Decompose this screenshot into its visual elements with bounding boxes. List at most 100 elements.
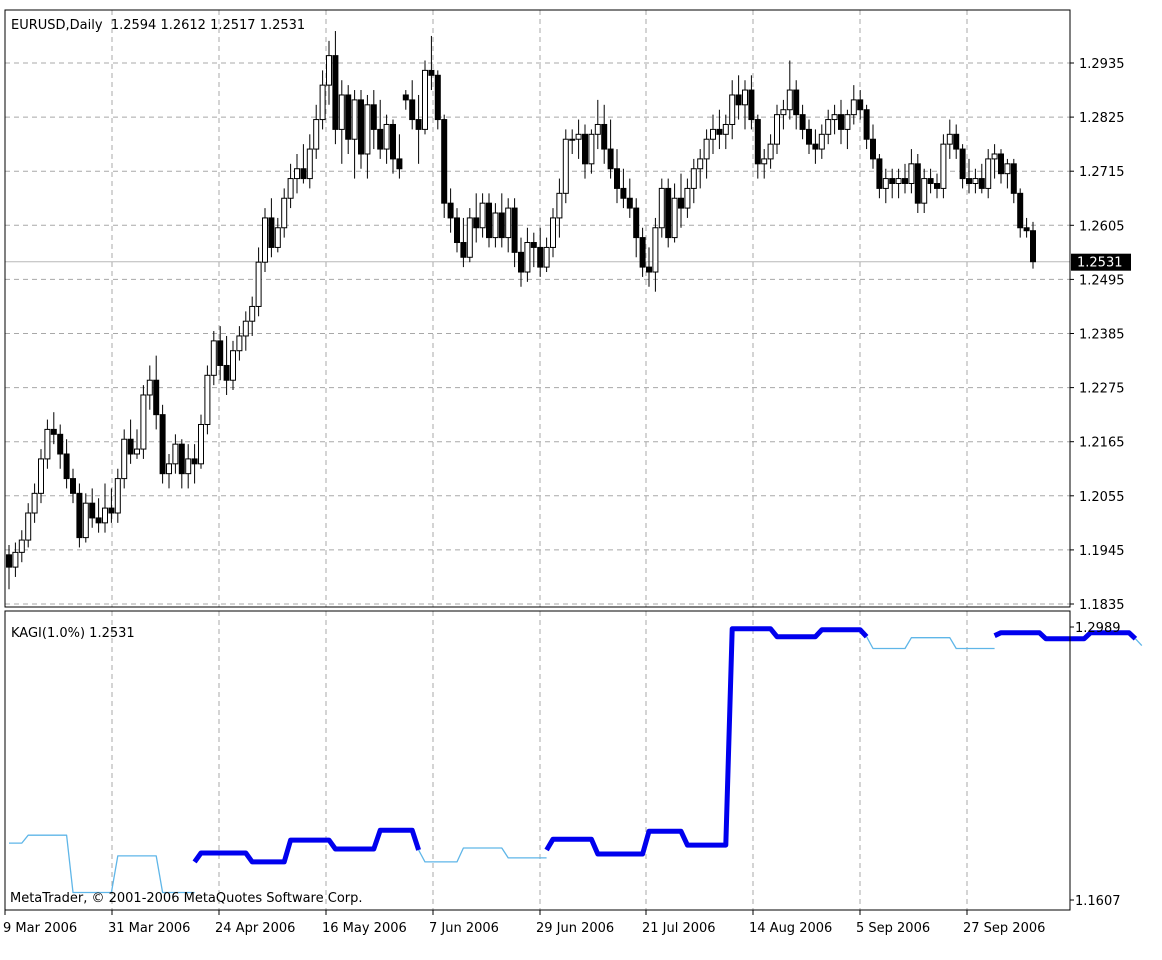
candle-body <box>761 158 768 165</box>
candle-body <box>729 94 736 125</box>
candle-body <box>38 458 44 494</box>
candle-body <box>89 502 96 519</box>
candle-body <box>172 443 179 465</box>
candle-body <box>121 438 128 480</box>
candle-body <box>473 217 480 229</box>
candle-body <box>588 133 595 165</box>
candle-body <box>146 379 153 396</box>
candle-body <box>626 197 633 209</box>
candle-body <box>217 340 224 366</box>
candle-body <box>582 133 588 165</box>
candle-body <box>159 414 166 475</box>
candle-body <box>127 438 134 455</box>
candle-body <box>658 187 665 229</box>
price-tick-label: 1.2715 <box>1079 165 1125 180</box>
candle-body <box>774 114 780 145</box>
candle-body <box>114 478 121 514</box>
time-tick-label: 27 Sep 2006 <box>963 921 1045 936</box>
candle-body <box>166 463 172 475</box>
price-tick-label: 1.1945 <box>1079 544 1125 559</box>
candle-body <box>742 89 748 106</box>
price-tick-label: 1.2055 <box>1079 490 1125 505</box>
candle-body <box>76 492 83 539</box>
time-tick-label: 7 Jun 2006 <box>429 921 499 936</box>
time-tick-label: 24 Apr 2006 <box>215 921 295 936</box>
candle-body <box>409 99 416 121</box>
time-tick-label: 31 Mar 2006 <box>108 921 190 936</box>
chart-canvas: 1.2935 1.2825 1.2715 1.2605 1.2495 1.2385 1.22… <box>0 0 1162 960</box>
candle-body <box>383 123 390 150</box>
candle-body <box>351 99 358 140</box>
candle <box>159 404 166 484</box>
candle-body <box>646 266 652 273</box>
chart-background <box>0 0 1162 960</box>
candle-body <box>454 217 460 244</box>
candle-body <box>153 379 160 416</box>
candle-body <box>6 554 12 568</box>
candle-body <box>543 246 550 268</box>
candle-body <box>639 237 646 268</box>
price-panel-header: EURUSD,Daily 1.2594 1.2612 1.2517 1.2531 <box>11 18 305 33</box>
candle-body <box>466 217 473 258</box>
candle-body <box>1023 227 1030 232</box>
candle-body <box>422 69 428 130</box>
price-tick-label: 1.2825 <box>1079 111 1125 126</box>
candle-body <box>262 217 268 263</box>
candle-body <box>703 138 710 160</box>
candle-body <box>825 119 832 135</box>
price-tick-label: 1.2935 <box>1079 57 1125 72</box>
candle-body <box>889 178 896 184</box>
copyright-text: MetaTrader, © 2001-2006 MetaQuotes Softw… <box>10 891 363 906</box>
candle <box>262 208 268 273</box>
candle-body <box>140 394 147 450</box>
candle <box>940 134 947 199</box>
candle-body <box>1010 163 1017 194</box>
candle-body <box>838 114 844 130</box>
candle <box>76 483 83 548</box>
time-tick-label: 16 May 2006 <box>322 921 407 936</box>
candle-body <box>716 128 723 135</box>
candle-body <box>908 163 915 184</box>
candle-body <box>972 178 979 184</box>
candle-body <box>710 128 716 140</box>
candle-body <box>108 507 115 514</box>
candle-body <box>274 227 281 248</box>
candle-body <box>633 207 640 239</box>
candle-body <box>441 119 448 204</box>
kagi-tick-label: 1.1607 <box>1075 894 1121 909</box>
candle-body <box>767 143 774 160</box>
candle-body <box>799 114 806 130</box>
candle-body <box>895 178 902 184</box>
candle-body <box>857 99 864 111</box>
candle-body <box>210 340 217 376</box>
candle-body <box>863 109 870 140</box>
candle-body <box>415 119 422 130</box>
candle-body <box>204 374 211 425</box>
candle-body <box>338 94 345 130</box>
time-tick-label: 21 Jul 2006 <box>642 921 716 936</box>
price-tick-label: 1.2495 <box>1079 273 1125 288</box>
price-tick-label: 1.2605 <box>1079 219 1125 234</box>
candle-body <box>364 104 371 155</box>
candle-body <box>505 207 512 239</box>
candle-body <box>793 89 800 116</box>
candle-body <box>198 423 204 465</box>
candle-body <box>63 453 70 480</box>
candle-body <box>902 178 908 184</box>
candle-body <box>12 551 19 568</box>
candle-body <box>242 320 249 337</box>
candle-body <box>607 148 614 170</box>
candle-body <box>268 217 275 248</box>
candle-body <box>479 202 486 229</box>
candle-body <box>402 94 409 101</box>
candle-body <box>230 350 236 381</box>
candle-body <box>806 128 812 145</box>
candle-body <box>102 507 108 524</box>
candle-body <box>786 89 793 111</box>
candle-body <box>812 143 819 150</box>
candle-body <box>818 133 825 150</box>
candle-body <box>57 433 64 455</box>
candle-body <box>991 153 998 160</box>
time-tick-label: 5 Sep 2006 <box>856 921 930 936</box>
candle-body <box>780 109 787 116</box>
